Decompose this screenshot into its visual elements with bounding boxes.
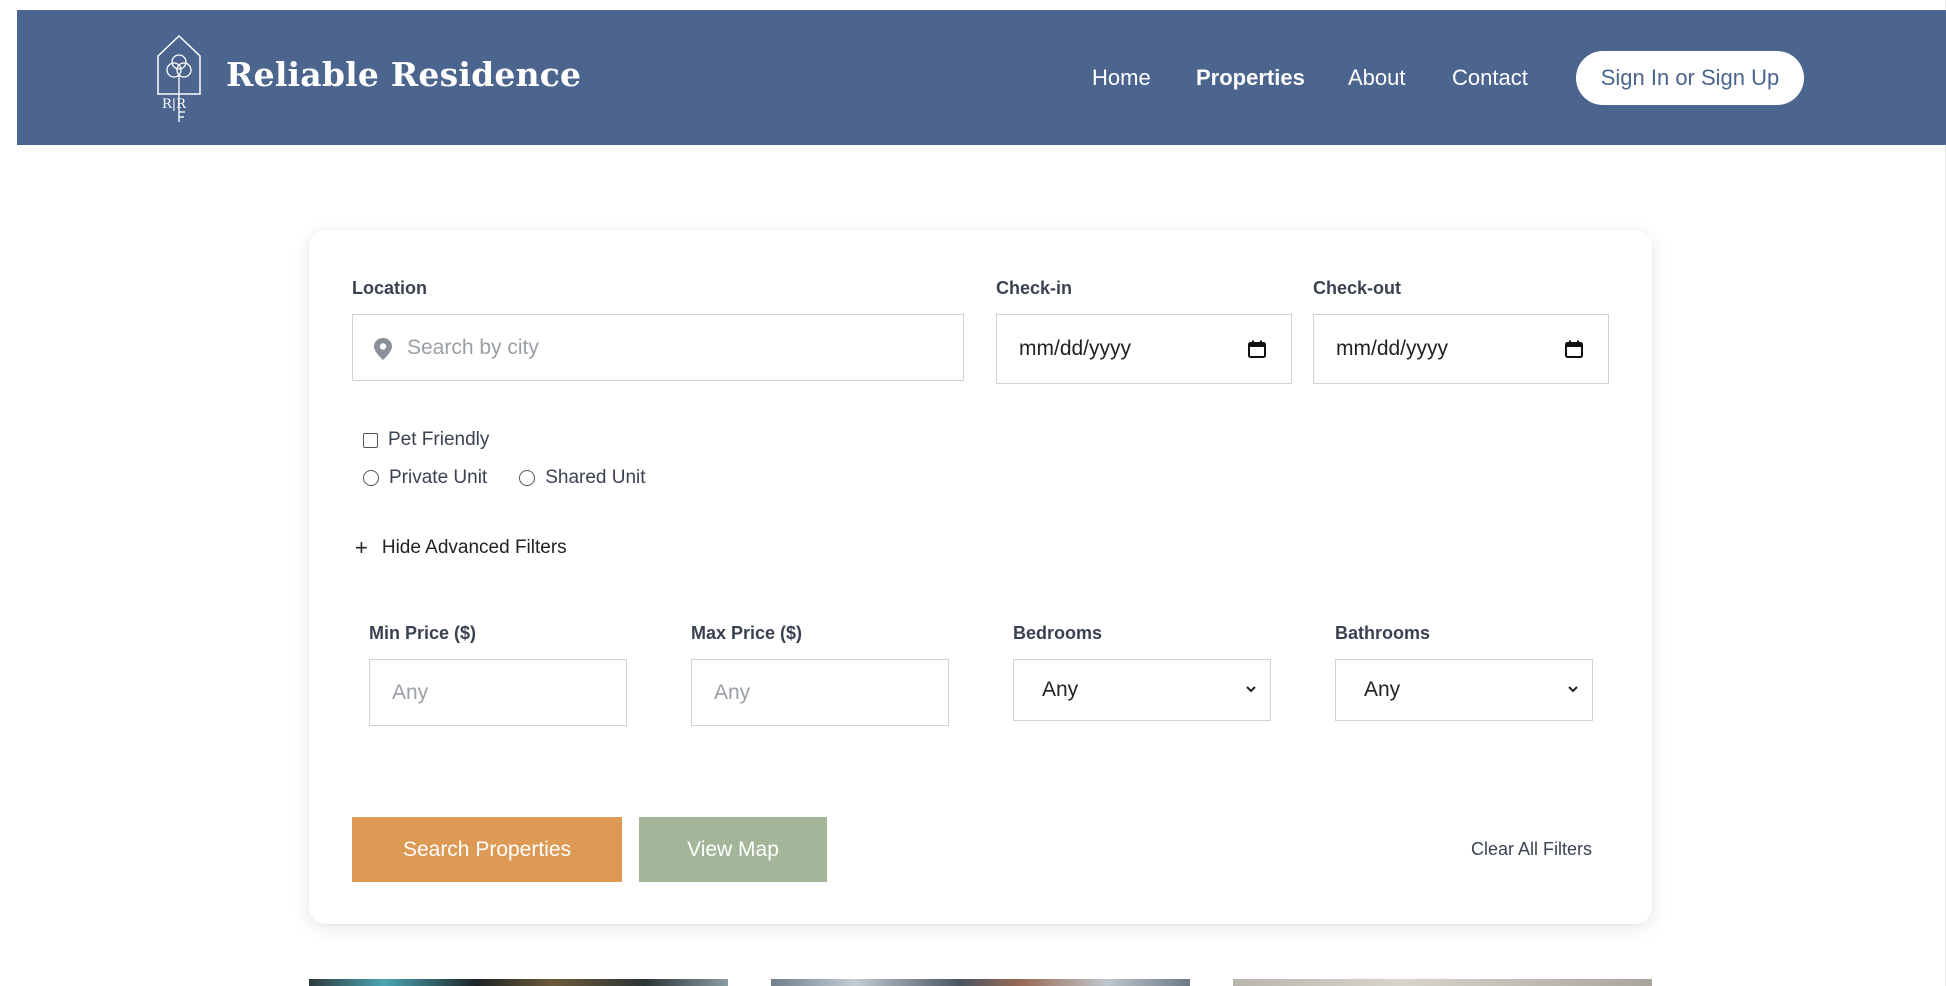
view-map-button[interactable]: View Map: [639, 817, 827, 882]
max-price-label: Max Price ($): [691, 623, 803, 643]
min-price-label: Min Price ($): [369, 623, 477, 643]
bathrooms-value: Any: [1364, 678, 1401, 701]
clear-all-filters-link[interactable]: Clear All Filters: [1471, 839, 1592, 860]
min-price-input[interactable]: Any: [369, 659, 627, 726]
plus-icon: +: [355, 535, 368, 560]
sign-in-button[interactable]: Sign In or Sign Up: [1576, 51, 1804, 105]
checkout-value: mm/dd/yyyy: [1336, 337, 1449, 360]
location-placeholder: Search by city: [407, 336, 539, 359]
checkout-date-input[interactable]: mm/dd/yyyy: [1313, 314, 1609, 384]
page-left-margin: [0, 0, 17, 986]
private-unit-radio[interactable]: [363, 470, 379, 486]
house-key-logo-icon[interactable]: R|R: [154, 32, 204, 124]
shared-unit-option[interactable]: Shared Unit: [519, 467, 646, 489]
chevron-down-icon: [1246, 686, 1256, 693]
calendar-icon[interactable]: [1247, 339, 1267, 359]
page: R|R Reliable Residence Home Properties A…: [0, 0, 1946, 986]
private-unit-label: Private Unit: [389, 467, 488, 488]
logo-lettering: R|R: [162, 97, 187, 112]
min-price-placeholder: Any: [392, 680, 429, 704]
property-thumbnail[interactable]: [771, 979, 1190, 986]
unit-type-group: Private Unit Shared Unit: [363, 467, 678, 489]
max-price-placeholder: Any: [714, 680, 751, 704]
bathrooms-label: Bathrooms: [1335, 623, 1431, 643]
property-thumbnail[interactable]: [1233, 979, 1652, 986]
checkin-label: Check-in: [996, 278, 1073, 298]
private-unit-option[interactable]: Private Unit: [363, 467, 487, 489]
nav-contact[interactable]: Contact: [1452, 65, 1528, 91]
bedrooms-label: Bedrooms: [1013, 623, 1103, 643]
shared-unit-radio[interactable]: [519, 470, 536, 486]
location-label: Location: [352, 278, 427, 298]
max-price-input[interactable]: Any: [691, 659, 949, 726]
toggle-advanced-label: Hide Advanced Filters: [381, 537, 567, 558]
checkin-date-input[interactable]: mm/dd/yyyy: [996, 314, 1292, 384]
brand-name[interactable]: Reliable Residence: [226, 55, 581, 94]
pet-friendly-option[interactable]: Pet Friendly: [363, 429, 489, 451]
location-search-input[interactable]: Search by city: [352, 314, 964, 381]
site-header: R|R Reliable Residence Home Properties A…: [17, 10, 1946, 145]
search-filter-card: Location Search by city Check-in mm/dd/y…: [309, 230, 1652, 924]
property-thumbnail[interactable]: [309, 979, 728, 986]
calendar-icon[interactable]: [1564, 339, 1584, 359]
search-properties-button[interactable]: Search Properties: [352, 817, 622, 882]
checkout-label: Check-out: [1313, 278, 1402, 298]
location-pin-icon: [374, 338, 392, 360]
bedrooms-value: Any: [1042, 678, 1079, 701]
checkin-value: mm/dd/yyyy: [1019, 337, 1132, 360]
chevron-down-icon: [1568, 686, 1578, 693]
pet-friendly-label: Pet Friendly: [388, 429, 490, 450]
bathrooms-select[interactable]: Any: [1335, 659, 1593, 721]
shared-unit-label: Shared Unit: [545, 467, 646, 488]
bedrooms-select[interactable]: Any: [1013, 659, 1271, 721]
nav-home[interactable]: Home: [1092, 65, 1151, 91]
nav-about[interactable]: About: [1348, 65, 1406, 91]
toggle-advanced-filters[interactable]: + Hide Advanced Filters: [355, 537, 567, 559]
pet-friendly-checkbox[interactable]: [363, 432, 378, 448]
nav-properties[interactable]: Properties: [1196, 65, 1305, 91]
